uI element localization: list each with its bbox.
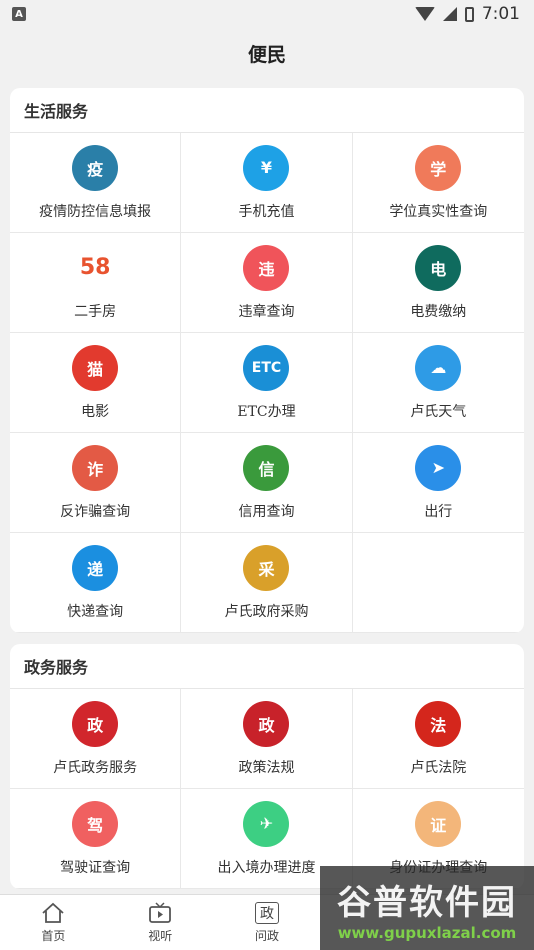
signal-icon	[442, 7, 457, 21]
etc-icon: ETC	[243, 344, 290, 391]
graduation-cap-icon: 学	[415, 144, 462, 191]
service-item[interactable]: 电电费缴纳	[352, 233, 524, 333]
service-item-label: 卢氏天气	[410, 403, 467, 420]
service-grid: 政卢氏政务服务政政策法规法卢氏法院驾驾驶证查询✈出入境办理进度证身份证办理查询	[10, 689, 524, 889]
service-item[interactable]: 学学位真实性查询	[352, 133, 524, 233]
service-item[interactable]: 政政策法规	[181, 689, 353, 789]
service-item-label: 二手房	[74, 303, 117, 320]
tab-video-label: 视听	[148, 928, 173, 943]
service-item-label: 手机充值	[238, 203, 295, 220]
state-grid-icon: 电	[415, 244, 462, 291]
service-grid: 疫疫情防控信息填报 ¥ 手机充值学学位真实性查询 58 二手房违违章查询电电费缴纳猫电影…	[10, 133, 524, 633]
movie-cat-icon: 猫	[72, 344, 119, 391]
status-bar: A 7:01	[0, 0, 534, 28]
tv-icon	[148, 901, 172, 924]
service-item-label: 快递查询	[67, 603, 124, 620]
status-time: 7:01	[481, 4, 520, 24]
service-item[interactable]: ➤ 出行	[352, 433, 524, 533]
service-item[interactable]: 违违章查询	[181, 233, 353, 333]
tab-video[interactable]: 视听	[107, 895, 214, 950]
service-item-label: 电费缴纳	[410, 303, 467, 320]
service-item-label: 政策法规	[238, 759, 295, 776]
service-item-label: ETC办理	[237, 403, 296, 420]
service-item-label: 卢氏政府采购	[224, 603, 309, 620]
section-title: 生活服务	[10, 88, 524, 133]
service-item-label: 卢氏法院	[410, 759, 467, 776]
page-title: 便民	[247, 43, 286, 66]
service-item[interactable]: 猫电影	[10, 333, 182, 433]
service-item[interactable]: ¥ 手机充值	[181, 133, 353, 233]
service-item-label: 出行	[424, 503, 453, 520]
service-item[interactable]: 递快递查询	[10, 533, 182, 633]
wifi-icon	[414, 7, 435, 21]
service-item-label: 驾驶证查询	[60, 859, 131, 876]
service-item-label: 违章查询	[238, 303, 295, 320]
service-item[interactable]: 诈反诈骗查询	[10, 433, 182, 533]
service-item-label: 卢氏政务服务	[53, 759, 138, 776]
service-item[interactable]: 采卢氏政府采购	[181, 533, 353, 633]
service-item[interactable]: 政卢氏政务服务	[10, 689, 182, 789]
service-item[interactable]: ETC ETC办理	[181, 333, 353, 433]
government-procurement-icon: 采	[243, 544, 290, 591]
watermark: 谷普软件园 www.gupuxlazal.com	[320, 866, 534, 950]
tab-home-label: 首页	[41, 928, 66, 943]
service-item-label: 电影	[81, 403, 110, 420]
court-icon: 法	[415, 700, 462, 747]
weather-icon: ☁	[415, 344, 462, 391]
service-item-label: 学位真实性查询	[389, 203, 488, 220]
service-item-label: 信用查询	[238, 503, 295, 520]
service-item[interactable]: 驾驾驶证查询	[10, 789, 182, 889]
watermark-title: 谷普软件园	[337, 882, 517, 923]
service-section-card: 政务服务政卢氏政务服务政政策法规法卢氏法院驾驾驶证查询✈出入境办理进度证身份证办…	[10, 644, 524, 889]
service-item-label: 反诈骗查询	[60, 503, 131, 520]
section-title: 政务服务	[10, 644, 524, 689]
empty-cell	[352, 533, 524, 633]
58-icon: 58	[72, 244, 119, 291]
service-item[interactable]: 58 二手房	[10, 233, 182, 333]
battery-icon	[464, 6, 474, 22]
tab-politics[interactable]: 政 问政	[214, 895, 321, 950]
watermark-url: www.gupuxlazal.com	[337, 923, 517, 942]
service-item[interactable]: 信信用查询	[181, 433, 353, 533]
tab-politics-label: 问政	[254, 928, 279, 943]
home-icon	[41, 902, 65, 924]
express-icon: 递	[72, 544, 119, 591]
service-item-label: 疫情防控信息填报	[39, 203, 152, 220]
anti-fraud-icon: 诈	[72, 444, 119, 491]
phone-recharge-icon: ¥	[243, 144, 290, 191]
service-list: 生活服务疫疫情防控信息填报 ¥ 手机充值学学位真实性查询 58 二手房违违章查询电电费缴…	[10, 88, 524, 894]
tab-home[interactable]: 首页	[0, 895, 107, 950]
gov-icon: 政	[254, 901, 279, 924]
gov-icon-glyph: 政	[259, 905, 274, 922]
airplane-icon: ✈	[243, 800, 290, 847]
epidemic-icon: 疫	[72, 144, 119, 191]
service-item[interactable]: ☁ 卢氏天气	[352, 333, 524, 433]
service-item[interactable]: 法卢氏法院	[352, 689, 524, 789]
service-item[interactable]: 疫疫情防控信息填报	[10, 133, 182, 233]
driver-license-icon: 驾	[72, 800, 119, 847]
traffic-violation-icon: 违	[243, 244, 290, 291]
service-item-label: 出入境办理进度	[217, 859, 316, 876]
id-card-icon: 证	[415, 800, 462, 847]
credit-icon: 信	[243, 444, 290, 491]
service-section-card: 生活服务疫疫情防控信息填报 ¥ 手机充值学学位真实性查询 58 二手房违违章查询电电费缴…	[10, 88, 524, 633]
gov-service-icon: 政	[72, 700, 119, 747]
navigation-icon: ➤	[415, 444, 462, 491]
policy-icon: 政	[243, 700, 290, 747]
notification-badge-icon: A	[12, 7, 26, 21]
